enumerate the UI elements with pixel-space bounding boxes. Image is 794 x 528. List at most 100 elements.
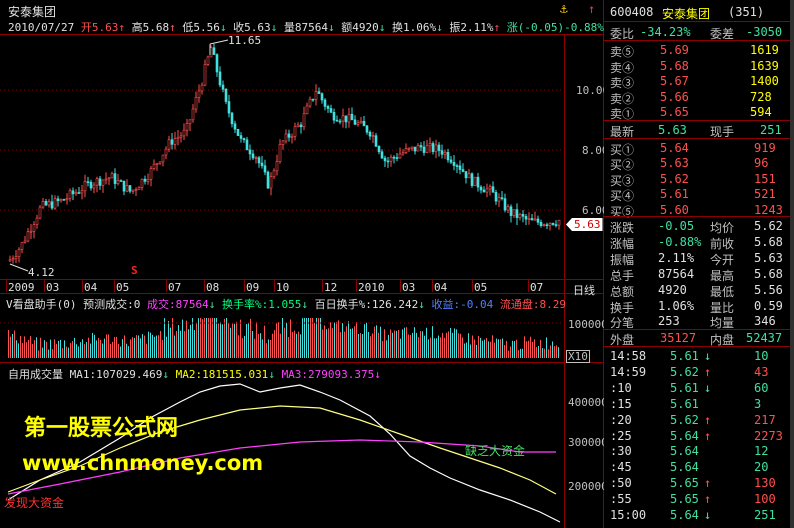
volume-bar xyxy=(260,333,261,358)
volume-bar xyxy=(304,318,305,358)
high-marker-line xyxy=(209,39,229,45)
volume-bar xyxy=(272,333,273,358)
volume-bar xyxy=(404,327,405,358)
volume-bar xyxy=(252,330,253,358)
volume-bar xyxy=(526,341,527,358)
candle-body xyxy=(269,176,273,189)
candle-body xyxy=(236,128,240,136)
lower-axis-400k: 400000 xyxy=(568,396,608,409)
period-label[interactable]: 日线 xyxy=(573,282,595,298)
volume-bar xyxy=(94,334,95,358)
volume-bar xyxy=(286,322,287,358)
candle-body xyxy=(173,138,177,145)
volume-bar xyxy=(158,335,159,358)
volume-bar xyxy=(208,318,209,358)
volume-bar xyxy=(516,339,517,358)
candle-body xyxy=(320,93,324,101)
volume-bar xyxy=(298,331,299,358)
candle-body xyxy=(170,139,174,145)
volume-bar xyxy=(102,343,103,358)
candle-body xyxy=(254,157,258,159)
volume-bar xyxy=(288,337,289,358)
volume-bar xyxy=(170,327,171,358)
candle-body xyxy=(281,140,285,145)
candle-body xyxy=(539,222,543,226)
volume-bar xyxy=(322,329,323,358)
candle-body xyxy=(233,123,237,130)
candle-body xyxy=(503,198,507,211)
volume-bar xyxy=(428,339,429,358)
volume-bar xyxy=(230,327,231,358)
candle-body xyxy=(155,163,159,165)
volume-bar xyxy=(130,339,131,358)
candle-body xyxy=(314,91,318,100)
volume-bar xyxy=(228,323,229,358)
candle-body xyxy=(530,218,534,221)
volume-bar xyxy=(134,337,135,358)
volume-bar xyxy=(268,339,269,358)
latest-row: 最新 5.63 现手 251 xyxy=(610,123,782,139)
candle-body xyxy=(143,178,147,182)
volume-bar xyxy=(68,347,69,358)
candle-body xyxy=(401,152,405,155)
candle-body xyxy=(146,179,150,182)
volume-bar xyxy=(78,346,79,358)
volume-bar xyxy=(154,336,155,358)
volume-bar xyxy=(552,341,553,358)
volume-bar xyxy=(20,335,21,358)
volume-bar xyxy=(312,318,313,358)
volume-bar xyxy=(166,336,167,358)
volume-bar xyxy=(106,334,107,358)
candle-body xyxy=(374,135,378,147)
volume-bar xyxy=(492,335,493,358)
candle-body xyxy=(179,135,183,138)
volume-bar xyxy=(74,337,75,358)
volume-bar xyxy=(10,336,11,358)
volume-bar xyxy=(340,332,341,358)
volume-bar xyxy=(52,349,53,358)
scrollbar[interactable] xyxy=(790,0,794,528)
candle-body xyxy=(131,189,135,192)
volume-bar xyxy=(42,347,43,358)
volume-bar xyxy=(248,323,249,358)
tick-row: 14:58 5.61 ↓ 10 xyxy=(610,349,769,363)
volume-bar xyxy=(352,328,353,358)
candle-body xyxy=(509,206,513,216)
candle-body xyxy=(308,98,312,107)
candle-body xyxy=(548,222,552,226)
volume-bar xyxy=(118,344,119,358)
time-label: 2010 xyxy=(358,281,385,294)
candle-body xyxy=(59,199,63,202)
volume-bar xyxy=(104,338,105,358)
tick-row: :45 5.64 20 xyxy=(610,460,769,475)
volume-bar xyxy=(168,321,169,358)
volume-bar xyxy=(32,343,33,358)
candle-body xyxy=(440,150,444,155)
candle-body xyxy=(527,218,531,220)
candle-body xyxy=(164,148,168,156)
volume-bar xyxy=(148,331,149,358)
candle-body xyxy=(200,84,204,92)
current-price-tag: 5.63 xyxy=(566,218,603,231)
candle-body xyxy=(518,214,522,218)
time-label: 12 xyxy=(324,281,338,294)
volume-bar xyxy=(336,321,337,358)
candle-body xyxy=(512,209,516,216)
volume-bar xyxy=(430,337,431,358)
ask-row: 卖④ 5.68 1639 xyxy=(610,58,779,75)
volume-bar xyxy=(138,335,139,358)
volume-bar xyxy=(278,322,279,358)
volume-bar xyxy=(356,322,357,358)
volume-bar xyxy=(456,329,457,358)
volume-bar xyxy=(14,330,15,358)
volume-bar xyxy=(218,323,219,358)
watermark-url: www.chnmoney.com xyxy=(22,451,264,475)
chart-panel[interactable]: 安泰集团 ⚓ ↑ 2010/07/27 开5.63↑ 高5.68↑ 低5.56↓… xyxy=(0,0,621,528)
candle-body xyxy=(398,153,402,159)
candle-body xyxy=(185,123,189,131)
volume-bar xyxy=(376,325,377,358)
stats-row: 总手 87564 最高 5.68 xyxy=(610,266,783,283)
candle-body xyxy=(497,197,501,202)
candle-body xyxy=(311,98,315,101)
candle-body xyxy=(437,144,441,151)
